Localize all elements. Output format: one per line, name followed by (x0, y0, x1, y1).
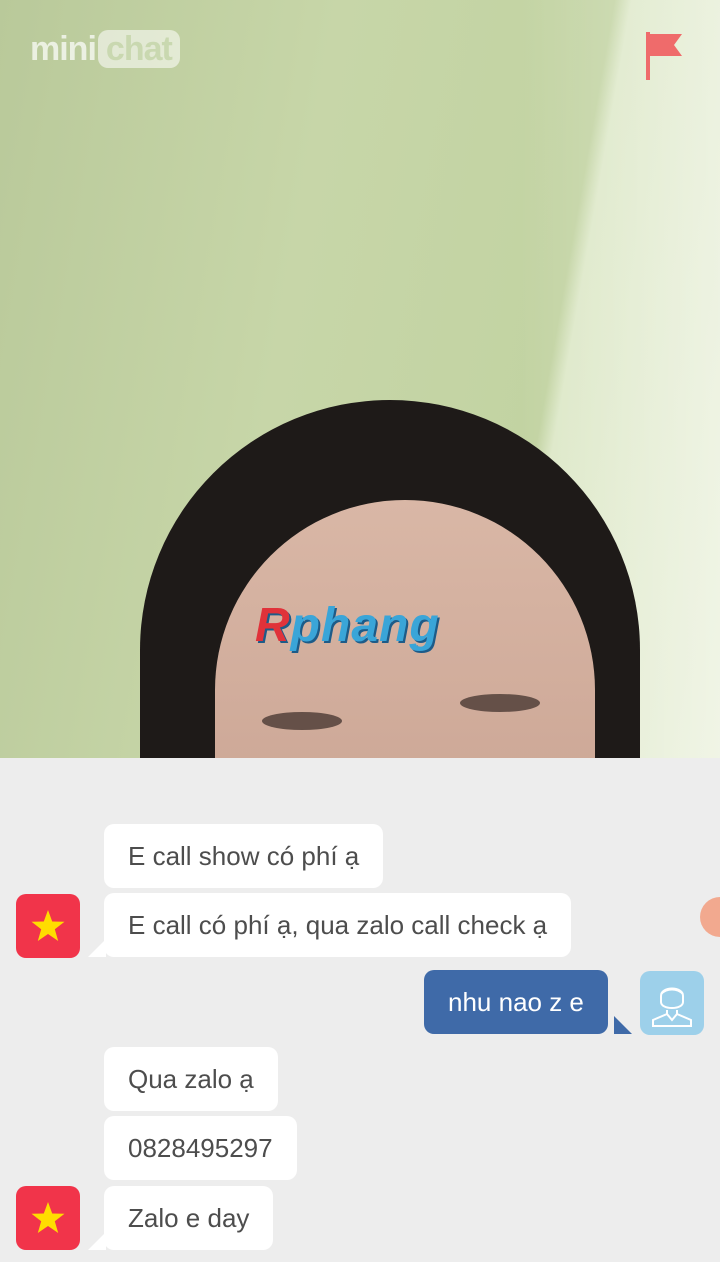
bubble-tail (88, 1232, 106, 1250)
watermark-first-letter: R (255, 599, 291, 652)
user-outline-icon (652, 987, 692, 1027)
partner-message-bubble: E call show có phí ạ (104, 824, 384, 888)
my-avatar[interactable] (640, 971, 704, 1035)
video-feed: mini chat Rphang (0, 0, 720, 758)
video-person-eye-right (460, 694, 540, 712)
vietnam-star-icon (31, 910, 65, 941)
bubble-tail (614, 1016, 632, 1034)
partner-message-bubble: Zalo e day (104, 1186, 274, 1250)
bubble-tail (88, 939, 106, 957)
partner-message-bubble: Qua zalo ạ (104, 1047, 278, 1111)
watermark-rest: phang (290, 599, 440, 652)
partner-message-bubble: E call có phí ạ, qua zalo call check ạ (104, 893, 572, 957)
vietnam-star-icon (31, 1202, 65, 1233)
partner-avatar[interactable] (16, 894, 80, 958)
partner-avatar[interactable] (16, 1186, 80, 1250)
video-person-eye-left (262, 712, 342, 730)
logo-text-mini: mini (30, 30, 97, 68)
video-watermark: Rphang (255, 598, 440, 653)
flag-icon[interactable] (644, 30, 684, 82)
partner-message-bubble: 0828495297 (104, 1116, 297, 1180)
logo-text-chat: chat (97, 30, 180, 68)
app-logo: mini chat (30, 30, 180, 69)
my-message-bubble: nhu nao z e (424, 970, 608, 1034)
